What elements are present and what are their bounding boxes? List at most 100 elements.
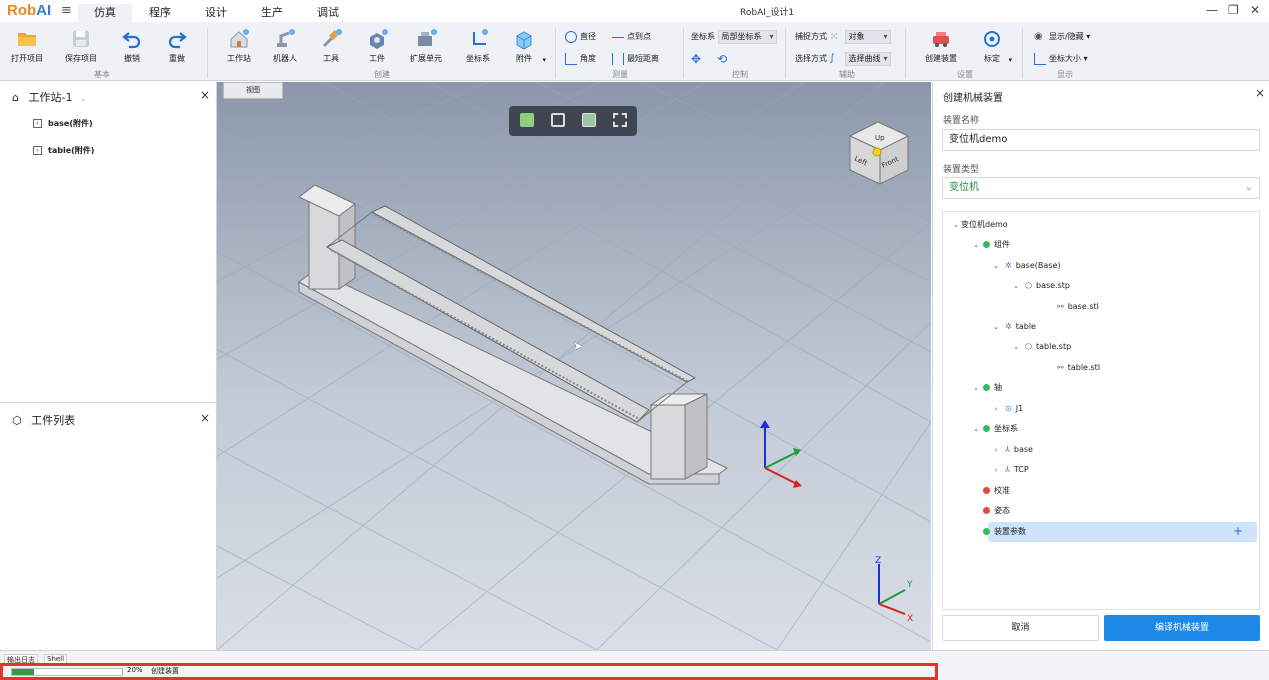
tree-item-table[interactable]: › table(附件) (33, 143, 94, 159)
tree-frames[interactable]: ⌄ 坐标系 (971, 421, 1018, 437)
redo-button[interactable]: 重做 (155, 22, 199, 68)
show-hide-button[interactable]: ◉ 显示/隐藏 ▾ (1034, 30, 1090, 44)
extension-unit-button[interactable]: 扩展单元 (404, 22, 448, 68)
coordinate-system-select[interactable]: 坐标系 局部坐标系 (691, 30, 777, 44)
chevron-down-icon: ⌄ (973, 241, 979, 249)
panel-title: 创建机械装置 (943, 93, 1003, 104)
divider (1022, 28, 1023, 78)
home-icon: ⌂ (12, 91, 19, 104)
mouse-cursor-icon: ➤ (573, 339, 584, 353)
workpiece-button[interactable]: 工件 (355, 22, 399, 68)
diameter-icon (565, 30, 577, 43)
progress-fill (12, 669, 34, 675)
angle-button[interactable]: 角度 (565, 52, 596, 66)
group-assist-label: 辅助 (839, 70, 855, 79)
frame-icon (473, 29, 488, 45)
tree-base-stl[interactable]: ⚯ base.stl (1053, 299, 1099, 315)
rotate-button[interactable]: ⟲ (717, 52, 732, 66)
attachment-button[interactable]: 附件 ▾ (500, 22, 548, 68)
shortest-distance-button[interactable]: 最短距离 (612, 52, 659, 66)
tree-axis-j1[interactable]: › ⊙ J1 (991, 401, 1024, 417)
target-icon (984, 31, 1000, 47)
status-dot-icon (983, 384, 990, 391)
minimize-icon[interactable]: — (1206, 3, 1218, 17)
tree-frame-tcp[interactable]: › ⅄ TCP (991, 462, 1029, 478)
save-icon (73, 31, 89, 47)
cube-icon (516, 31, 532, 50)
3d-viewport[interactable]: 视图 Up Left Front Z Y X ➤ (217, 82, 931, 650)
close-icon[interactable]: × (200, 411, 210, 425)
workstation-button[interactable]: 工作站 (217, 22, 261, 68)
tree-calibration[interactable]: 校准 (981, 483, 1010, 499)
close-icon[interactable]: × (200, 88, 210, 102)
compile-device-button[interactable]: 编译机械装置 (1104, 615, 1260, 641)
tab-simulation[interactable]: 仿真 (78, 4, 132, 22)
move-button[interactable]: ✥ (691, 52, 706, 66)
calibration-button[interactable]: 标定 ▾ (968, 22, 1016, 68)
angle-icon (565, 52, 577, 65)
chevron-down-icon: ⌄ (973, 384, 979, 392)
chevron-down-icon: ⌄ (993, 323, 999, 331)
frame-button[interactable]: 坐标系 (456, 22, 500, 68)
frame-icon: ⅄ (1005, 465, 1010, 474)
tree-base-stp[interactable]: ⌄ ⬡ base.stp (1011, 278, 1070, 294)
wireframe-view-icon[interactable] (551, 113, 565, 127)
save-project-button[interactable]: 保存项目 (59, 22, 103, 68)
tree-device-params[interactable]: 装置参数 + (983, 522, 1257, 542)
close-icon[interactable]: × (1255, 86, 1265, 100)
tree-table-stp[interactable]: ⌄ ⬡ table.stp (1011, 339, 1071, 355)
select-mode-select[interactable]: 选择方式 ∫ 选择曲线 (795, 52, 891, 66)
tab-design[interactable]: 设计 (194, 4, 238, 22)
tab-production[interactable]: 生产 (250, 4, 294, 22)
undo-button[interactable]: 撤销 (110, 22, 154, 68)
station-header[interactable]: ⌂ 工作站-1 ⌄ (12, 89, 87, 105)
device-name-input[interactable]: 变位机demo (942, 129, 1260, 151)
open-project-button[interactable]: 打开项目 (5, 22, 49, 68)
diameter-button[interactable]: 直径 (565, 30, 596, 44)
view-cube[interactable]: Up Left Front (845, 118, 915, 188)
error-dot-icon (983, 507, 990, 514)
tree-pose[interactable]: 姿态 (981, 503, 1010, 519)
chevron-down-icon: ⌄ (993, 262, 999, 270)
tab-program[interactable]: 程序 (138, 4, 182, 22)
status-highlight-box: 20% 创建装置 (0, 663, 938, 680)
view-tab[interactable]: 视图 (223, 82, 283, 99)
chevron-right-icon: › (994, 446, 998, 454)
tree-item-base[interactable]: › base(附件) (33, 116, 93, 132)
restore-icon[interactable]: ❐ (1228, 3, 1239, 17)
tab-debug[interactable]: 调试 (306, 4, 350, 22)
group-settings-label: 设置 (957, 70, 973, 79)
frame-icon: ⅄ (1005, 445, 1010, 454)
capture-mode-select[interactable]: 捕捉方式 ⁙ 对象 (795, 30, 891, 44)
window-title: RobAI_设计1 (740, 8, 795, 18)
group-create-label: 创建 (374, 70, 390, 79)
view-mode-toolbar (509, 106, 637, 136)
progress-bar (11, 668, 123, 676)
axis-size-button[interactable]: 坐标大小 ▾ (1034, 52, 1088, 66)
cube-top-label: Up (875, 134, 885, 142)
undo-icon (122, 32, 141, 49)
tree-table[interactable]: ⌄ ✲ table (991, 319, 1036, 335)
solid-view-icon[interactable] (582, 113, 596, 127)
tree-components[interactable]: ⌄ 组件 (971, 237, 1010, 253)
create-device-button[interactable]: 创建装置 (916, 22, 966, 68)
tree-root[interactable]: ⌄ 变位机demo (951, 217, 1008, 233)
fit-view-icon[interactable] (613, 113, 627, 127)
shaded-view-icon[interactable] (520, 113, 534, 127)
device-params-label: 装置参数 (981, 524, 1026, 540)
robot-button[interactable]: 机器人 (263, 22, 307, 68)
close-window-icon[interactable]: ✕ (1250, 3, 1260, 17)
tree-base[interactable]: ⌄ ✲ base(Base) (991, 258, 1060, 274)
tree-frame-base[interactable]: › ⅄ base (991, 442, 1033, 458)
tree-table-stl[interactable]: ⚯ table.stl (1053, 360, 1100, 376)
redo-icon (168, 32, 187, 49)
bottom-bar: 输出日志 Shell 20% 创建装置 (0, 650, 1269, 680)
point-to-point-button[interactable]: 点到点 (612, 30, 651, 44)
axis-icon: ⊙ (1005, 404, 1012, 413)
cancel-button[interactable]: 取消 (942, 615, 1099, 641)
device-type-select[interactable]: 变位机 ⌄ (942, 177, 1260, 199)
tool-button[interactable]: 工具 (309, 22, 353, 68)
add-icon[interactable]: + (1233, 524, 1243, 538)
tree-axes[interactable]: ⌄ 轴 (971, 380, 1002, 396)
menu-icon[interactable]: ≡ (61, 3, 72, 18)
